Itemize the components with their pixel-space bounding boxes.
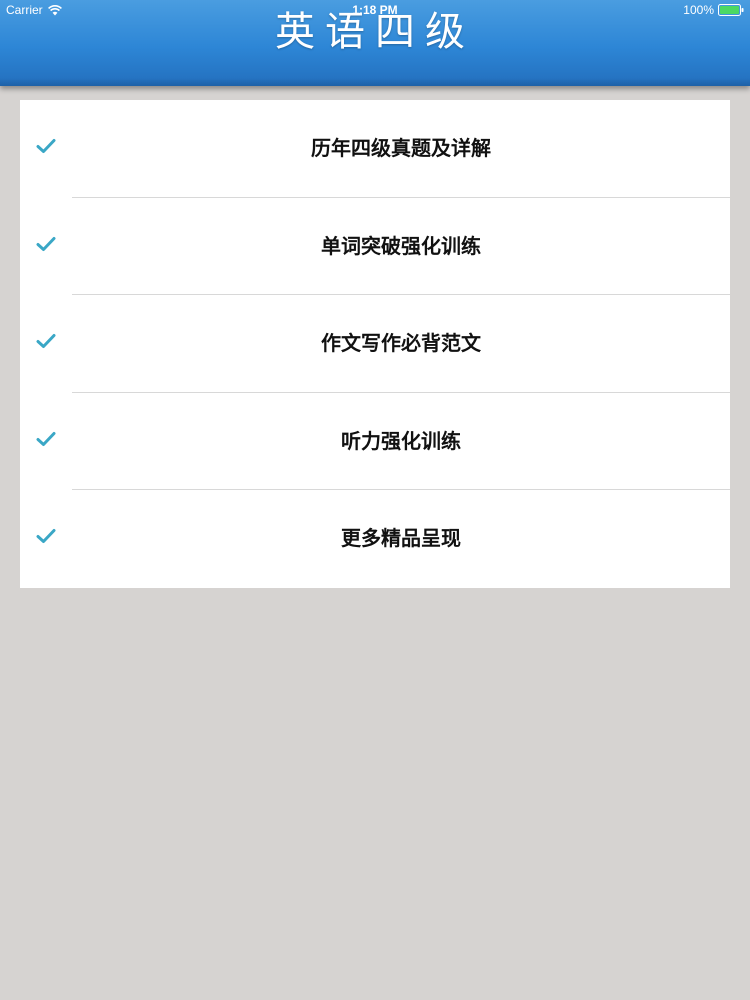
menu-item-label: 历年四级真题及详解 — [311, 136, 491, 160]
menu-item-more[interactable]: 更多精品呈现 — [20, 490, 730, 588]
check-icon — [36, 431, 56, 446]
page-title: 英语四级 — [275, 9, 475, 55]
check-icon — [36, 334, 56, 349]
check-icon — [36, 529, 56, 544]
menu-item-label: 作文写作必背范文 — [321, 331, 481, 356]
menu-item-writing[interactable]: 作文写作必背范文 — [20, 295, 730, 393]
menu-item-listening[interactable]: 听力强化训练 — [20, 393, 730, 491]
menu-list: 历年四级真题及详解 单词突破强化训练 作文写作必背范文 听力强化训练 更多精品呈… — [20, 100, 730, 588]
menu-item-label: 单词突破强化训练 — [321, 233, 481, 258]
menu-item-vocabulary[interactable]: 单词突破强化训练 — [20, 198, 730, 296]
menu-item-label: 更多精品呈现 — [341, 526, 461, 551]
menu-item-label: 听力强化训练 — [341, 428, 461, 453]
check-icon — [36, 236, 56, 251]
check-icon — [36, 139, 56, 153]
nav-header: Carrier 1:18 PM 100% 英语四级 — [0, 0, 750, 86]
menu-item-past-exams[interactable]: 历年四级真题及详解 — [20, 100, 730, 198]
